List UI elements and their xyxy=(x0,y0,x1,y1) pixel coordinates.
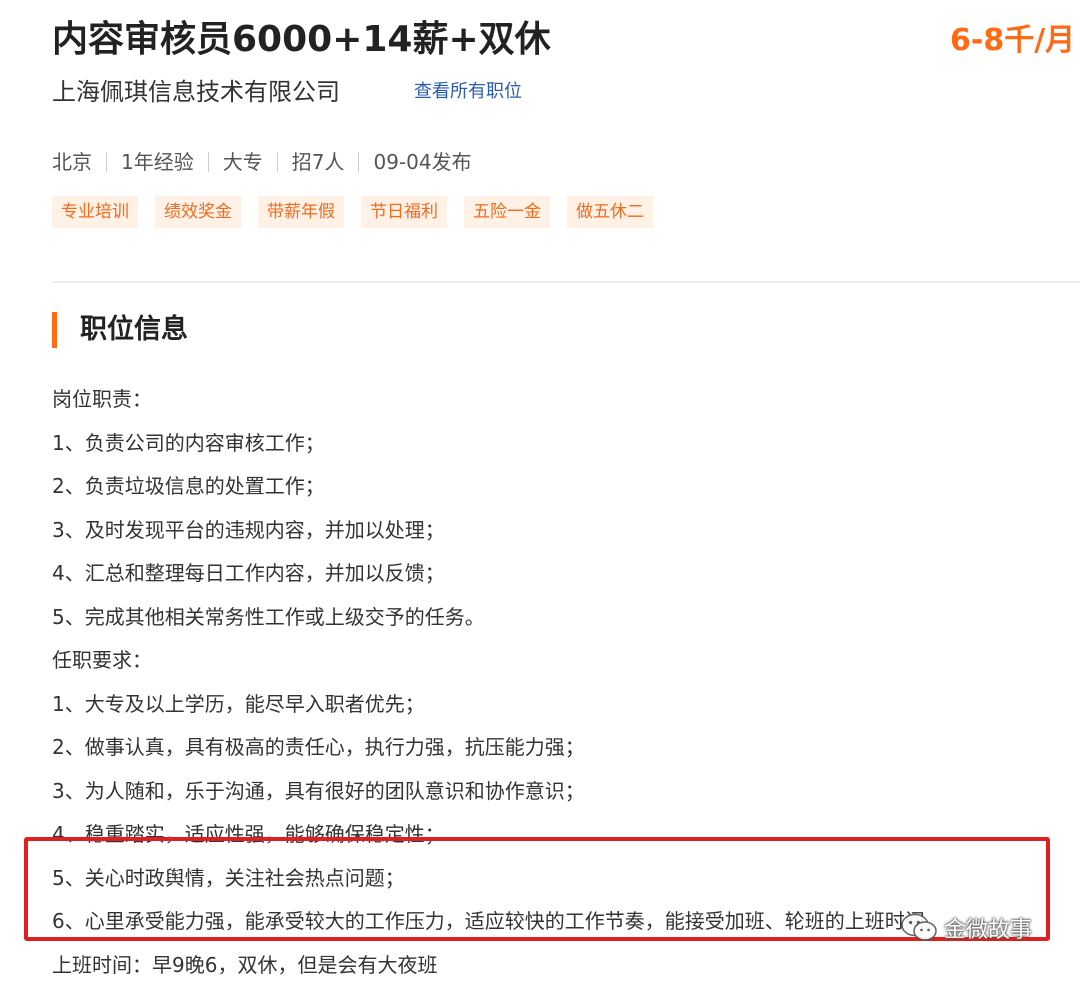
benefit-tag: 绩效奖金 xyxy=(155,196,241,228)
watermark-text: 金微故事 xyxy=(944,912,1032,944)
benefit-tags: 专业培训 绩效奖金 带薪年假 节日福利 五险一金 做五休二 xyxy=(52,196,653,228)
benefit-tag: 五险一金 xyxy=(464,196,550,228)
meta-location: 北京 xyxy=(52,146,106,178)
description-line: 岗位职责： xyxy=(52,378,1080,422)
view-all-jobs-link[interactable]: 查看所有职位 xyxy=(414,78,522,106)
description-line: 2、负责垃圾信息的处置工作； xyxy=(52,465,1080,509)
description-line: 3、为人随和，乐于沟通，具有很好的团队意识和协作意识； xyxy=(52,770,1080,814)
description-line: 5、关心时政舆情，关注社会热点问题； xyxy=(52,857,1080,901)
benefit-tag: 专业培训 xyxy=(52,196,138,228)
meta-headcount: 招7人 xyxy=(278,146,359,178)
description-line: 上班时间：早9晚6，双休，但是会有大夜班 xyxy=(52,944,1080,987)
benefit-tag: 节日福利 xyxy=(361,196,447,228)
description-line: 5、完成其他相关常务性工作或上级交予的任务。 xyxy=(52,596,1080,640)
meta-experience: 1年经验 xyxy=(107,146,208,178)
company-name[interactable]: 上海佩琪信息技术有限公司 xyxy=(52,74,340,110)
job-title: 内容审核员6000+14薪+双休 xyxy=(52,14,551,66)
salary: 6-8千/月 xyxy=(950,18,1080,64)
job-description: 岗位职责： 1、负责公司的内容审核工作； 2、负责垃圾信息的处置工作； 3、及时… xyxy=(52,378,1080,987)
description-line: 4、汇总和整理每日工作内容，并加以反馈； xyxy=(52,552,1080,596)
job-meta: 北京 1年经验 大专 招7人 09-04发布 xyxy=(52,146,486,178)
meta-publish-date: 09-04发布 xyxy=(359,146,485,178)
section-divider xyxy=(52,281,1080,283)
description-line: 2、做事认真，具有极高的责任心，执行力强，抗压能力强； xyxy=(52,726,1080,770)
description-line: 任职要求： xyxy=(52,639,1080,683)
benefit-tag: 带薪年假 xyxy=(258,196,344,228)
description-line: 4、稳重踏实，适应性强，能够确保稳定性； xyxy=(52,813,1080,857)
section-title: 职位信息 xyxy=(80,310,188,350)
watermark: 金微故事 xyxy=(900,912,1032,944)
meta-education: 大专 xyxy=(209,146,277,178)
description-line: 1、负责公司的内容审核工作； xyxy=(52,422,1080,466)
description-line: 1、大专及以上学历，能尽早入职者优先； xyxy=(52,683,1080,727)
section-accent-bar xyxy=(52,312,57,348)
wechat-icon xyxy=(900,912,938,944)
benefit-tag: 做五休二 xyxy=(567,196,653,228)
description-line: 3、及时发现平台的违规内容，并加以处理； xyxy=(52,509,1080,553)
